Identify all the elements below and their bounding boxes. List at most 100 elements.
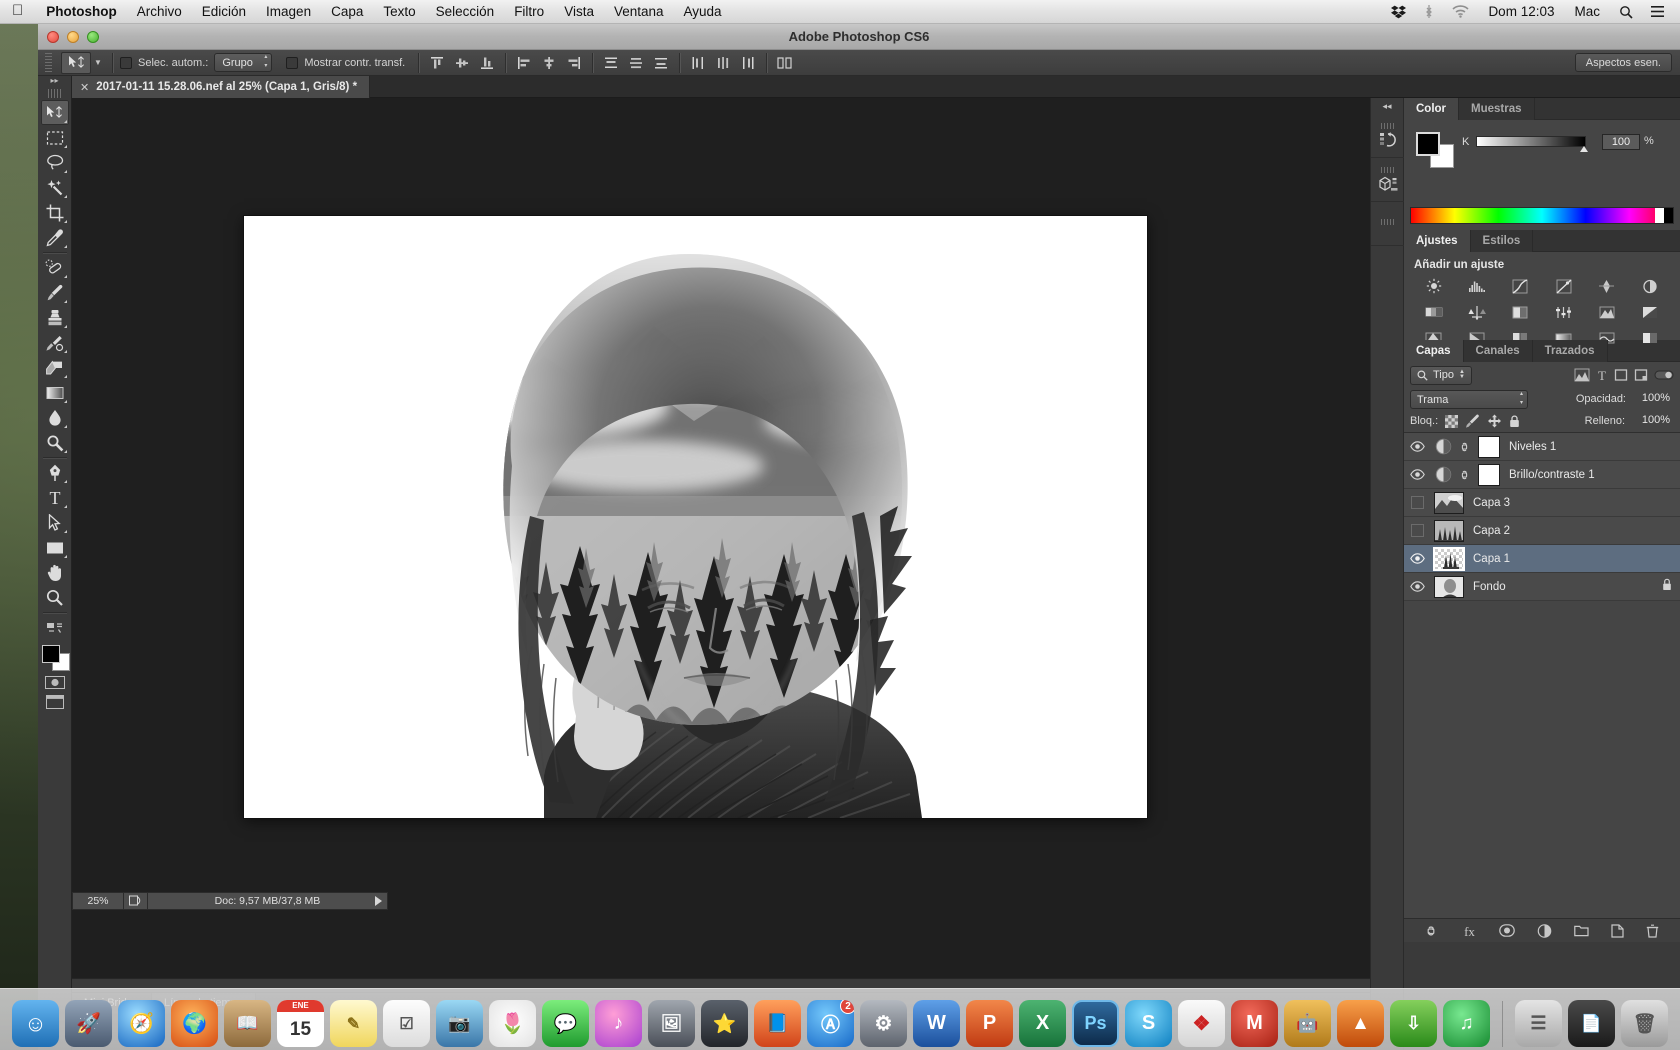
history-panel-icon[interactable] (1371, 114, 1405, 158)
screen-mode-icon[interactable] (42, 692, 68, 712)
layer-visibility-toggle[interactable] (1404, 581, 1430, 592)
lock-all-icon[interactable] (1509, 414, 1520, 428)
layer-name[interactable]: Capa 3 (1473, 497, 1510, 509)
new-adjustment-icon[interactable] (1537, 923, 1552, 938)
dock-item-firefox[interactable]: 🌍 (171, 1000, 218, 1047)
wifi-icon[interactable] (1444, 0, 1477, 24)
layer-thumbnail[interactable] (1433, 546, 1465, 571)
layer-visibility-toggle[interactable] (1404, 553, 1430, 564)
menu-item-ventana[interactable]: Ventana (604, 0, 674, 24)
dock-item-imovie[interactable]: ⭐ (701, 1000, 748, 1047)
dock-item-automator[interactable]: 🤖 (1284, 1000, 1331, 1047)
distribute-horizontal-centers-icon[interactable] (712, 53, 734, 73)
canvas-area[interactable]: 25% Doc: 9,57 MB/37,8 MB (72, 98, 1370, 978)
dock-item-documents-stack[interactable]: 📄 (1568, 1000, 1615, 1047)
layer-visibility-toggle[interactable] (1404, 469, 1430, 480)
menu-item-ayuda[interactable]: Ayuda (674, 0, 732, 24)
link-layers-icon[interactable] (1425, 924, 1440, 938)
zoom-level-field[interactable]: 25% (72, 892, 124, 910)
bluetooth-icon[interactable] (1416, 0, 1442, 24)
dropbox-icon[interactable] (1383, 0, 1414, 24)
document-tab[interactable]: ✕ 2017-01-11 15.28.06.nef al 25% (Capa 1… (72, 76, 371, 98)
dock-item-calendar[interactable]: ENE 15 (277, 1000, 324, 1047)
new-layer-icon[interactable] (1611, 923, 1624, 938)
layer-name[interactable]: Niveles 1 (1509, 441, 1556, 453)
adjustment-layer-thumbnail[interactable] (1430, 438, 1456, 455)
color-balance-icon[interactable] (1412, 302, 1455, 322)
dock-item-reminders[interactable]: ☑ (383, 1000, 430, 1047)
layer-filter-dropdown[interactable]: Tipo ▲ ▼ (1410, 365, 1472, 385)
hue-saturation-icon[interactable] (1629, 276, 1672, 296)
menu-item-capa[interactable]: Capa (321, 0, 373, 24)
dock-item-photos[interactable]: 🌷 (489, 1000, 536, 1047)
notification-center-icon[interactable] (1643, 0, 1672, 24)
align-top-edges-icon[interactable] (426, 53, 448, 73)
search-icon[interactable] (1611, 0, 1641, 24)
toolbox-collapse-icon[interactable]: ▸▸ (50, 76, 58, 86)
menu-item-filtro[interactable]: Filtro (504, 0, 554, 24)
dock-item-system-preferences[interactable]: ⚙ (860, 1000, 907, 1047)
auto-select-dropdown[interactable]: Grupo (214, 53, 273, 72)
layer-name[interactable]: Capa 2 (1473, 525, 1510, 537)
fill-value-field[interactable]: 100% (1632, 413, 1674, 429)
menu-item-seleccion[interactable]: Selección (426, 0, 505, 24)
layer-style-icon[interactable]: fx (1462, 924, 1477, 938)
document-info[interactable]: Doc: 9,57 MB/37,8 MB (148, 892, 388, 910)
layer-visibility-toggle[interactable] (1404, 441, 1430, 452)
hand-tool[interactable] (41, 560, 69, 585)
eye-off-icon[interactable] (1410, 496, 1424, 509)
apple-menu-icon[interactable]:  (0, 3, 36, 18)
preview-flyout-icon[interactable] (124, 892, 148, 910)
dock-item-microsoft-powerpoint[interactable]: P (966, 1000, 1013, 1047)
align-left-edges-icon[interactable] (513, 53, 535, 73)
magic-wand-tool[interactable] (41, 175, 69, 200)
align-horizontal-centers-icon[interactable] (538, 53, 560, 73)
dock-item-vlc[interactable]: ▲ (1337, 1000, 1384, 1047)
layer-thumbnail[interactable] (1434, 575, 1464, 598)
menu-item-photoshop[interactable]: Photoshop (36, 0, 127, 24)
edit-toolbar-icon[interactable] (41, 615, 69, 640)
invert-icon[interactable] (1629, 302, 1672, 322)
close-icon[interactable]: ✕ (80, 81, 89, 94)
layer-visibility-toggle[interactable] (1404, 524, 1430, 537)
zoom-tool[interactable] (41, 585, 69, 610)
solid-color-icon[interactable] (1629, 328, 1672, 348)
table-row[interactable]: Brillo/contraste 1 (1404, 461, 1680, 489)
dock-item-downloads-stack[interactable]: ☰ (1515, 1000, 1562, 1047)
dodge-tool[interactable] (41, 430, 69, 455)
table-row[interactable]: Niveles 1 (1404, 433, 1680, 461)
menu-item-vista[interactable]: Vista (554, 0, 604, 24)
layer-name[interactable]: Capa 1 (1473, 553, 1510, 565)
color-panel-foreground-swatch[interactable] (1416, 132, 1440, 156)
dock-item-itunes[interactable]: ♪ (595, 1000, 642, 1047)
history-brush-tool[interactable] (41, 330, 69, 355)
tab-estilos[interactable]: Estilos (1470, 230, 1534, 252)
add-mask-icon[interactable] (1499, 924, 1515, 937)
layer-filter-chevron-icon[interactable]: ▲ ▼ (1459, 369, 1465, 380)
layer-mask-thumbnail[interactable] (1478, 463, 1500, 486)
k-channel-value-field[interactable]: 100 (1602, 134, 1640, 150)
lock-transparency-icon[interactable] (1445, 414, 1459, 428)
adjustment-layer-thumbnail[interactable] (1430, 466, 1456, 483)
distribute-top-edges-icon[interactable] (600, 53, 622, 73)
rectangle-tool[interactable] (41, 535, 69, 560)
tab-canales[interactable]: Canales (1463, 340, 1533, 362)
dock-item-spotify[interactable]: ♫ (1443, 1000, 1490, 1047)
table-row[interactable]: Capa 1 (1404, 545, 1680, 573)
dock-item-photo-booth[interactable]: 📷 (436, 1000, 483, 1047)
blur-tool[interactable] (41, 405, 69, 430)
table-row[interactable]: Fondo (1404, 573, 1680, 601)
document-info-arrow-icon[interactable] (375, 896, 382, 906)
layer-thumbnail[interactable] (1434, 519, 1464, 542)
path-selection-tool[interactable] (41, 510, 69, 535)
exposure-icon[interactable] (1542, 276, 1585, 296)
distribute-bottom-edges-icon[interactable] (650, 53, 672, 73)
layer-mask-thumbnail[interactable] (1478, 435, 1500, 458)
dock-item-contacts[interactable]: 📖 (224, 1000, 271, 1047)
levels-icon[interactable] (1455, 276, 1498, 296)
dock-item-messages[interactable]: 💬 (542, 1000, 589, 1047)
new-group-icon[interactable] (1574, 924, 1589, 937)
menu-item-imagen[interactable]: Imagen (256, 0, 321, 24)
channel-mixer-icon[interactable] (1542, 302, 1585, 322)
eraser-tool[interactable] (41, 355, 69, 380)
